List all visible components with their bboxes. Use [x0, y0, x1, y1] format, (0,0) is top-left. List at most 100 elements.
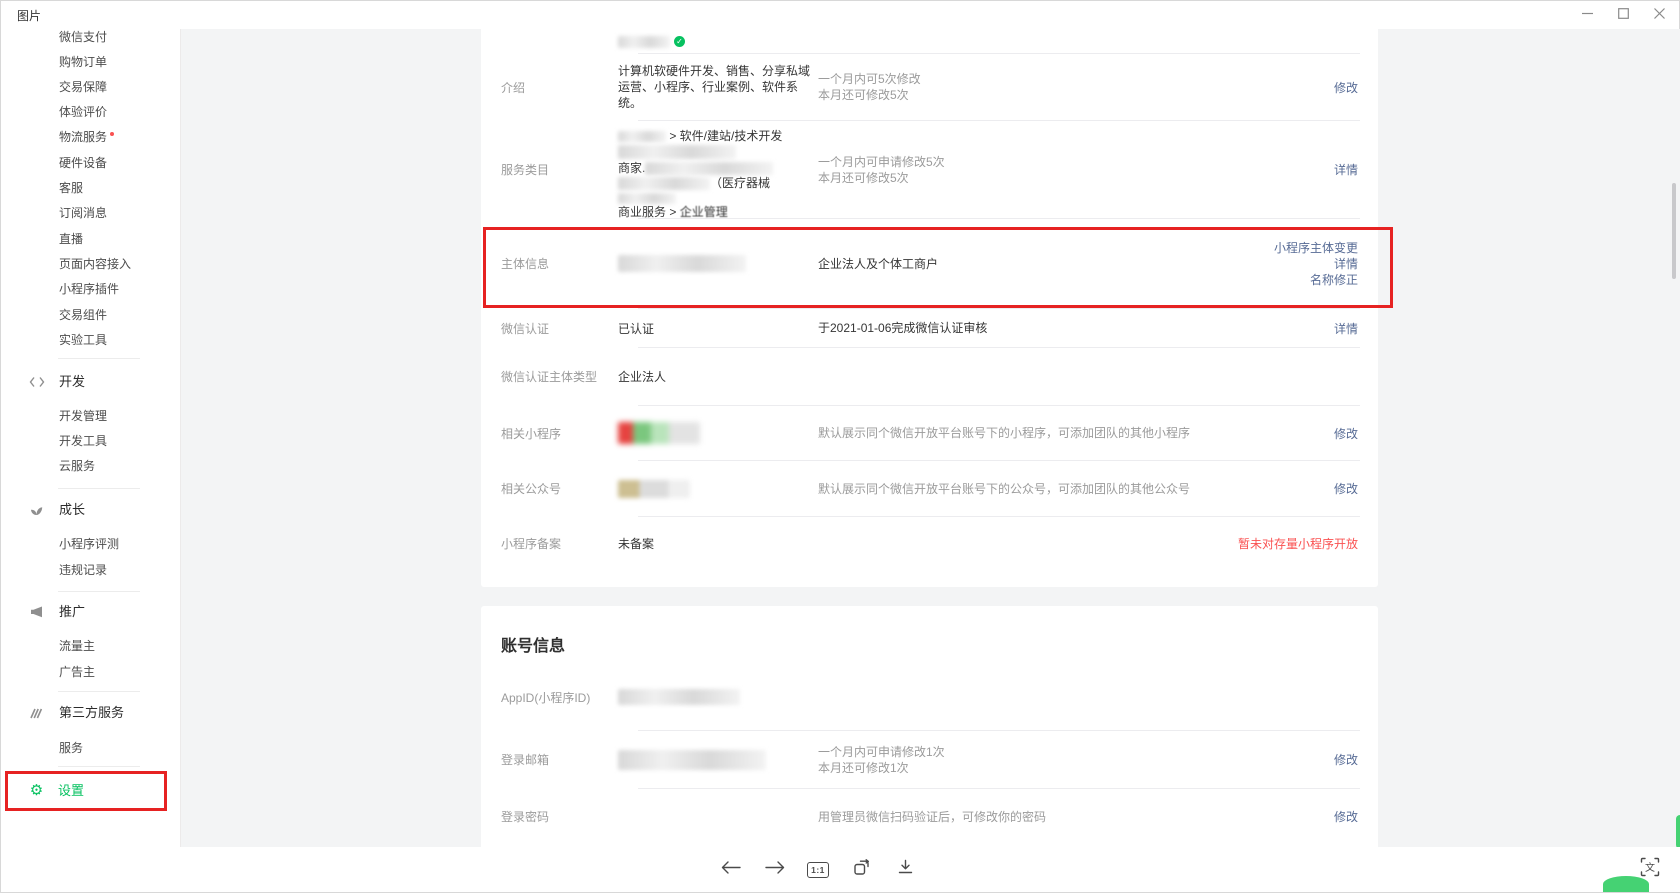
sidebar-item-logistics[interactable]: 物流服务: [59, 127, 114, 147]
verification-type-row: 微信认证主体类型 企业法人: [481, 348, 1378, 405]
sidebar-item-mp-evaluation[interactable]: 小程序评测: [59, 534, 119, 554]
sidebar-item-shopping-orders[interactable]: 购物订单: [59, 52, 107, 72]
image-content: 微信支付 购物订单 交易保障 体验评价 物流服务 硬件设备 客服 订阅消息 直播…: [1, 29, 1680, 849]
forward-arrow-icon: [765, 860, 785, 880]
next-image-button[interactable]: [762, 857, 788, 883]
redacted-email: [618, 750, 766, 770]
image-viewer-window: 图片 微信支付 购物订单 交易保障 体验评价 物流服务 硬件设备 客服 订阅消息…: [0, 0, 1680, 893]
sidebar-item-experience-review[interactable]: 体验评价: [59, 102, 107, 122]
sidebar-item-subscription-messages[interactable]: 订阅消息: [59, 203, 107, 223]
subject-actions: 小程序主体变更 详情 名称修正: [1274, 240, 1378, 288]
subject-details-link[interactable]: 详情: [1334, 257, 1358, 271]
sidebar-item-hardware[interactable]: 硬件设备: [59, 153, 107, 173]
verification-type-value: 企业法人: [618, 368, 818, 385]
intro-modify-link[interactable]: 修改: [1334, 81, 1358, 95]
sidebar-item-dev-management[interactable]: 开发管理: [59, 406, 107, 426]
sidebar-item-wechat-pay[interactable]: 微信支付: [59, 29, 107, 47]
intro-label: 介绍: [481, 79, 618, 96]
subject-type: 企业法人及个体工商户: [818, 256, 1274, 272]
related-accounts-note: 默认展示同个微信开放平台账号下的公众号，可添加团队的其他公众号: [818, 481, 1334, 497]
maximize-button[interactable]: [1605, 1, 1641, 29]
service-category-value: > 软件/建站/技术开发 商家. （医疗器械 商业服务 > 企业管理: [618, 121, 818, 220]
related-accounts-label: 相关公众号: [481, 480, 618, 497]
name-correction-link[interactable]: 名称修正: [1310, 273, 1358, 287]
svg-text:文: 文: [1645, 861, 1655, 874]
login-password-note: 用管理员微信扫码验证后，可修改你的密码: [818, 809, 1334, 825]
sidebar-divider: [58, 358, 140, 359]
profile-card: ✓ 介绍 计算机软硬件开发、销售、分享私域运营、小程序、行业案例、软件系统。 一…: [481, 29, 1378, 587]
related-miniprograms-row: 相关小程序 默认展示同个微信开放平台账号下的小程序，可添加团队的其他小程序 修改: [481, 406, 1378, 460]
account-info-title: 账号信息: [481, 606, 1378, 656]
sidebar-item-experiment-tools[interactable]: 实验工具: [59, 330, 107, 350]
download-button[interactable]: [892, 857, 918, 883]
sidebar-item-plugins[interactable]: 小程序插件: [59, 279, 119, 299]
login-email-label: 登录邮箱: [481, 751, 618, 768]
sidebar-item-services[interactable]: 服务: [59, 738, 83, 758]
subject-info-value: [618, 255, 818, 272]
account-card: 账号信息 AppID(小程序ID) 登录邮箱 一个月内可申请修改1次 本月还可修…: [481, 606, 1378, 849]
intro-note: 一个月内可5次修改 本月还可修改5次: [818, 71, 1334, 103]
floating-widget-partial: [1603, 876, 1649, 892]
login-email-row: 登录邮箱 一个月内可申请修改1次 本月还可修改1次 修改: [481, 731, 1378, 788]
appid-label: AppID(小程序ID): [481, 689, 618, 706]
wechat-verification-row: 微信认证 已认证 于2021-01-06完成微信认证审核 详情: [481, 309, 1378, 347]
sidebar-item-dev-tools[interactable]: 开发工具: [59, 431, 107, 451]
filing-unavailable-link[interactable]: 暂未对存量小程序开放: [1238, 537, 1358, 551]
sidebar-item-customer-service[interactable]: 客服: [59, 178, 83, 198]
appid-row: AppID(小程序ID): [481, 664, 1378, 730]
sidebar-item-advertiser[interactable]: 广告主: [59, 662, 95, 682]
related-accounts-row: 相关公众号 默认展示同个微信开放平台账号下的公众号，可添加团队的其他公众号 修改: [481, 461, 1378, 516]
sidebar-item-live[interactable]: 直播: [59, 229, 83, 249]
service-category-details-link[interactable]: 详情: [1334, 163, 1358, 177]
close-button[interactable]: [1641, 1, 1677, 29]
sidebar-section-promotion[interactable]: 推广: [28, 602, 85, 622]
maximize-icon: [1618, 6, 1629, 24]
scrollbar-thumb[interactable]: [1672, 183, 1676, 279]
minimize-icon: [1582, 6, 1593, 24]
minimize-button[interactable]: [1569, 1, 1605, 29]
download-icon: [898, 859, 913, 880]
login-email-modify-link[interactable]: 修改: [1334, 753, 1358, 767]
sidebar-item-page-content[interactable]: 页面内容接入: [59, 254, 131, 274]
previous-image-button[interactable]: [718, 857, 744, 883]
titlebar: 图片: [1, 1, 1679, 29]
viewer-toolbar: 1:1 文: [1, 847, 1680, 892]
verified-badge-icon: ✓: [674, 36, 685, 47]
sidebar-divider: [58, 766, 140, 767]
verification-details-link[interactable]: 详情: [1334, 322, 1358, 336]
sidebar-section-development[interactable]: 开发: [28, 372, 85, 392]
redacted-mp-name: [618, 36, 670, 48]
related-accounts-modify-link[interactable]: 修改: [1334, 482, 1358, 496]
sidebar-item-transaction-guarantee[interactable]: 交易保障: [59, 77, 107, 97]
sidebar-section-growth[interactable]: 成长: [28, 500, 85, 520]
filing-label: 小程序备案: [481, 535, 618, 552]
login-password-row: 登录密码 用管理员微信扫码验证后，可修改你的密码 修改: [481, 789, 1378, 844]
sidebar-item-traffic-owner[interactable]: 流量主: [59, 636, 95, 656]
sidebar-item-cloud-services[interactable]: 云服务: [59, 456, 95, 476]
redacted-miniprogram-icons: [618, 422, 700, 444]
service-category-note: 一个月内可申请修改5次 本月还可修改5次: [818, 154, 1334, 186]
service-category-label: 服务类目: [481, 161, 618, 178]
intro-value: 计算机软硬件开发、销售、分享私域运营、小程序、行业案例、软件系统。: [618, 63, 818, 111]
related-miniprograms-modify-link[interactable]: 修改: [1334, 427, 1358, 441]
login-email-note: 一个月内可申请修改1次 本月还可修改1次: [818, 744, 1334, 776]
sidebar-item-transaction-components[interactable]: 交易组件: [59, 305, 107, 325]
sidebar-item-settings[interactable]: ⚙ 设置: [28, 781, 84, 801]
notification-dot: [110, 132, 114, 136]
close-icon: [1654, 6, 1665, 24]
verification-date: 于2021-01-06完成微信认证审核: [818, 320, 1334, 336]
subject-change-link[interactable]: 小程序主体变更: [1274, 241, 1358, 255]
sidebar: 微信支付 购物订单 交易保障 体验评价 物流服务 硬件设备 客服 订阅消息 直播…: [1, 29, 181, 849]
service-category-row: 服务类目 > 软件/建站/技术开发 商家. （医疗器械 商业服务 > 企业管理 …: [481, 121, 1378, 218]
rotate-button[interactable]: [849, 857, 875, 883]
megaphone-icon: [28, 604, 45, 620]
window-controls: [1569, 1, 1677, 29]
intro-row: 介绍 计算机软硬件开发、销售、分享私域运营、小程序、行业案例、软件系统。 一个月…: [481, 54, 1378, 120]
third-party-icon: [28, 705, 45, 721]
sidebar-section-third-party[interactable]: 第三方服务: [28, 703, 124, 723]
actual-size-button[interactable]: 1:1: [805, 857, 831, 883]
redacted-account-icon: [618, 480, 690, 498]
sidebar-item-violation-records[interactable]: 违规记录: [59, 560, 107, 580]
login-password-modify-link[interactable]: 修改: [1334, 810, 1358, 824]
login-password-label: 登录密码: [481, 808, 618, 825]
